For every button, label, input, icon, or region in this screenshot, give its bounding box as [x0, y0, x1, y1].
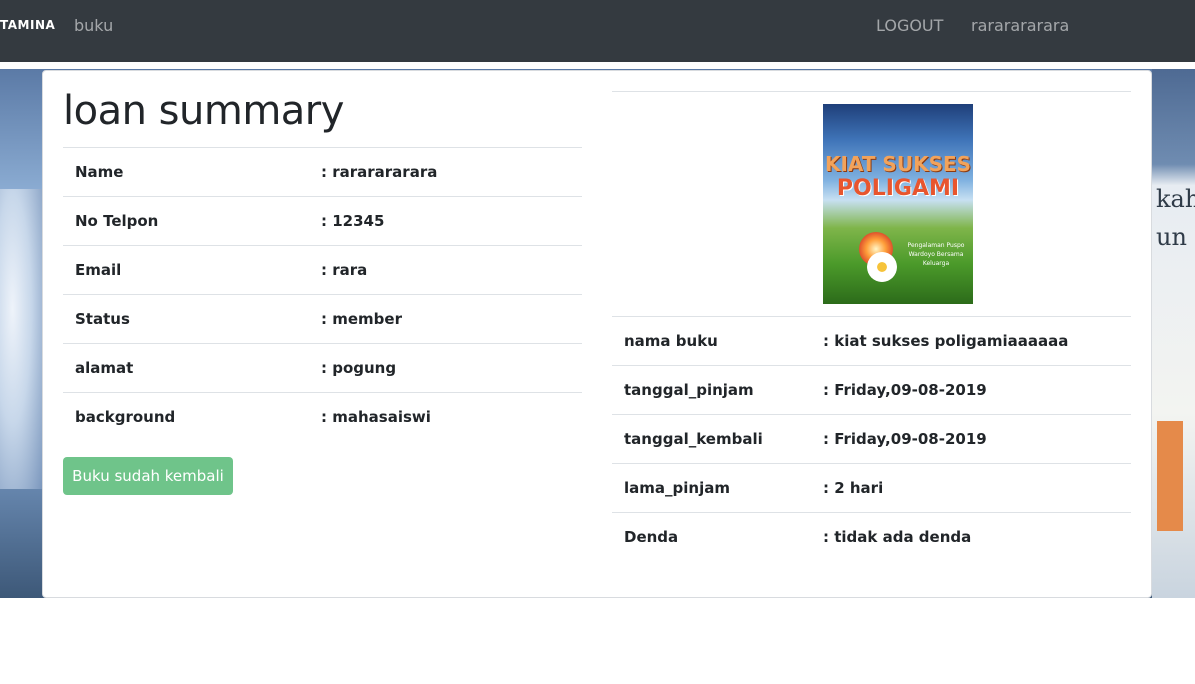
- table-row: Name : rararararara: [63, 147, 582, 196]
- table-row: tanggal_pinjam : Friday,09-08-2019: [612, 365, 1131, 414]
- row-label: background: [75, 408, 176, 426]
- table-row: background : mahasaiswi: [63, 392, 582, 441]
- row-value: : Friday,09-08-2019: [823, 381, 987, 399]
- background-cloud: [0, 189, 42, 489]
- table-row: lama_pinjam : 2 hari: [612, 463, 1131, 512]
- row-label: tanggal_kembali: [624, 430, 763, 448]
- row-value: : rara: [321, 261, 368, 279]
- row-label: Email: [75, 261, 122, 279]
- row-value: : member: [321, 310, 402, 328]
- nav-link-user[interactable]: rararararara: [971, 16, 1069, 35]
- page-title: loan summary: [63, 88, 344, 134]
- nav-link-buku[interactable]: buku: [74, 16, 113, 35]
- row-label: No Telpon: [75, 212, 159, 230]
- row-value: : kiat sukses poligamiaaaaaa: [823, 332, 1069, 350]
- table-row: Status : member: [63, 294, 582, 343]
- cover-title-line2: POLIGAMI: [836, 176, 960, 201]
- background-text-2: un: [1156, 223, 1187, 251]
- divider: [612, 91, 1131, 92]
- row-value: : pogung: [321, 359, 397, 377]
- returned-button[interactable]: Buku sudah kembali: [63, 457, 233, 495]
- table-row: alamat : pogung: [63, 343, 582, 392]
- row-value: : mahasaiswi: [321, 408, 431, 426]
- table-row: Email : rara: [63, 245, 582, 294]
- row-value: : 2 hari: [823, 479, 884, 497]
- row-value: : rararararara: [321, 163, 438, 181]
- background-text-1: kah: [1156, 185, 1195, 213]
- row-label: Name: [75, 163, 124, 181]
- table-row: Denda : tidak ada denda: [612, 512, 1131, 561]
- row-label: tanggal_pinjam: [624, 381, 754, 399]
- row-label: Denda: [624, 528, 679, 546]
- row-label: alamat: [75, 359, 134, 377]
- table-row: nama buku : kiat sukses poligamiaaaaaa: [612, 316, 1131, 365]
- row-value: : 12345: [321, 212, 385, 230]
- table-row: No Telpon : 12345: [63, 196, 582, 245]
- navbar: TAMINA buku LOGOUT rararararara: [0, 0, 1195, 62]
- row-label: lama_pinjam: [624, 479, 730, 497]
- brand-logo[interactable]: TAMINA: [0, 18, 55, 32]
- member-table: Name : rararararara No Telpon : 12345 Em…: [63, 147, 582, 441]
- cover-title-line1: KIAT SUKSES: [824, 152, 972, 176]
- nav-link-logout[interactable]: LOGOUT: [876, 16, 943, 35]
- row-label: Status: [75, 310, 130, 328]
- book-cover-image: KIAT SUKSES POLIGAMI Pengalaman Puspo Wa…: [823, 104, 973, 304]
- row-value: : Friday,09-08-2019: [823, 430, 987, 448]
- book-table: nama buku : kiat sukses poligamiaaaaaa t…: [612, 316, 1131, 561]
- cover-subtitle: Pengalaman Puspo Wardoyo Bersama Keluarg…: [907, 242, 965, 267]
- background-orange-shape: [1157, 421, 1183, 531]
- row-value: : tidak ada denda: [823, 528, 972, 546]
- table-row: tanggal_kembali : Friday,09-08-2019: [612, 414, 1131, 463]
- flower-shape: [867, 252, 897, 282]
- row-label: nama buku: [624, 332, 718, 350]
